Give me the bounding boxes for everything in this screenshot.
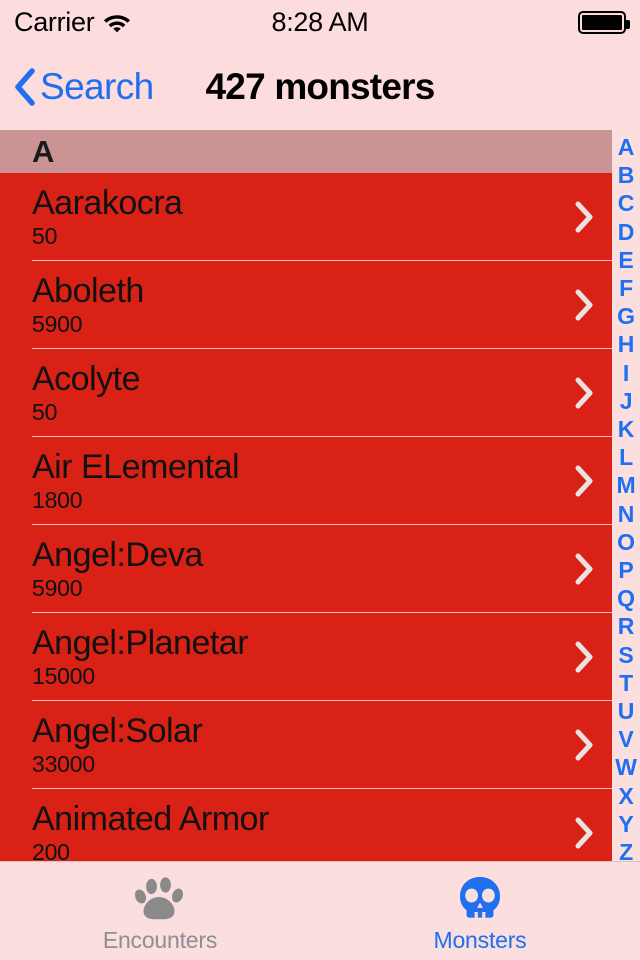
alphabet-index-bar[interactable]: ABCDEFGHIJKLMNOPQRSTUVWXYZ [612,130,640,865]
monster-xp: 5900 [32,310,83,337]
monster-xp: 15000 [32,662,95,689]
index-letter-t[interactable]: T [619,669,633,697]
monster-xp: 5900 [32,574,83,601]
carrier-label: Carrier [14,6,95,37]
table-row[interactable]: Acolyte 50 [0,349,640,437]
index-letter-b[interactable]: B [618,161,635,189]
index-letter-d[interactable]: D [618,218,635,246]
index-letter-i[interactable]: I [623,359,629,387]
index-letter-c[interactable]: C [618,189,635,217]
index-letter-p[interactable]: P [618,556,633,584]
index-letter-w[interactable]: W [615,753,637,781]
chevron-right-icon [572,461,596,501]
back-button[interactable]: Search [14,66,154,108]
index-letter-u[interactable]: U [618,697,635,725]
monster-name: Angel:Planetar [32,624,249,663]
monster-name: Aarakocra [32,184,183,223]
paw-print-icon [134,874,186,924]
monster-name: Acolyte [32,360,141,399]
tab-bar: Encounters Monsters [0,861,640,960]
chevron-right-icon [572,725,596,765]
index-letter-n[interactable]: N [618,500,635,528]
index-letter-l[interactable]: L [619,443,633,471]
section-header-label: A [32,133,54,169]
index-letter-k[interactable]: K [618,415,635,443]
tab-encounters[interactable]: Encounters [0,862,320,960]
monster-name: Angel:Solar [32,712,203,751]
index-letter-m[interactable]: M [617,471,636,499]
table-row[interactable]: Air ELemental 1800 [0,437,640,525]
navigation-bar: Search 427 monsters [0,44,640,130]
table-row[interactable]: Angel:Planetar 15000 [0,613,640,701]
monster-name: Animated Armor [32,800,269,839]
chevron-right-icon [572,373,596,413]
monster-name: Aboleth [32,272,144,311]
chevron-right-icon [572,197,596,237]
section-header-a: A [0,130,640,173]
monster-xp: 200 [32,838,70,861]
monster-xp: 50 [32,398,58,425]
index-letter-a[interactable]: A [618,133,635,161]
table-row[interactable]: Animated Armor 200 [0,789,640,861]
index-letter-h[interactable]: H [618,330,635,358]
monster-xp: 1800 [32,486,83,513]
chevron-right-icon [572,637,596,677]
chevron-right-icon [572,549,596,589]
index-letter-g[interactable]: G [617,302,635,330]
index-letter-q[interactable]: Q [617,584,635,612]
index-letter-v[interactable]: V [618,725,633,753]
chevron-right-icon [572,813,596,853]
wifi-icon [103,11,131,33]
table-row[interactable]: Aarakocra 50 [0,173,640,261]
tab-label: Encounters [102,927,218,953]
monster-xp: 33000 [32,750,95,777]
index-letter-x[interactable]: X [618,782,633,810]
index-letter-j[interactable]: J [620,387,633,415]
battery-full-icon [578,10,630,34]
status-bar-right [578,10,630,34]
back-button-label: Search [40,66,154,107]
index-letter-e[interactable]: E [618,246,633,274]
table-row[interactable]: Angel:Deva 5900 [0,525,640,613]
index-letter-s[interactable]: S [618,641,633,669]
tab-label: Monsters [433,927,527,953]
tab-monsters[interactable]: Monsters [320,862,640,960]
table-row[interactable]: Angel:Solar 33000 [0,701,640,789]
monster-name: Angel:Deva [32,536,203,575]
index-letter-o[interactable]: O [617,528,635,556]
chevron-right-icon [572,285,596,325]
status-bar-left: Carrier [14,7,131,38]
table-row[interactable]: Aboleth 5900 [0,261,640,349]
index-letter-f[interactable]: F [619,274,633,302]
monster-xp: 50 [32,222,58,249]
monster-name: Air ELemental [32,448,240,487]
index-letter-y[interactable]: Y [618,810,633,838]
monster-list: A Aarakocra 50 Aboleth 5900 Acolyte 50 Air ELe… [0,130,640,861]
chevron-left-icon [14,67,36,107]
status-bar: Carrier 8:28 AM [0,0,640,44]
monster-list-scroll-area[interactable]: A Aarakocra 50 Aboleth 5900 Acolyte 50 Air ELe… [0,130,640,861]
index-letter-r[interactable]: R [618,612,635,640]
skull-icon [454,874,506,924]
